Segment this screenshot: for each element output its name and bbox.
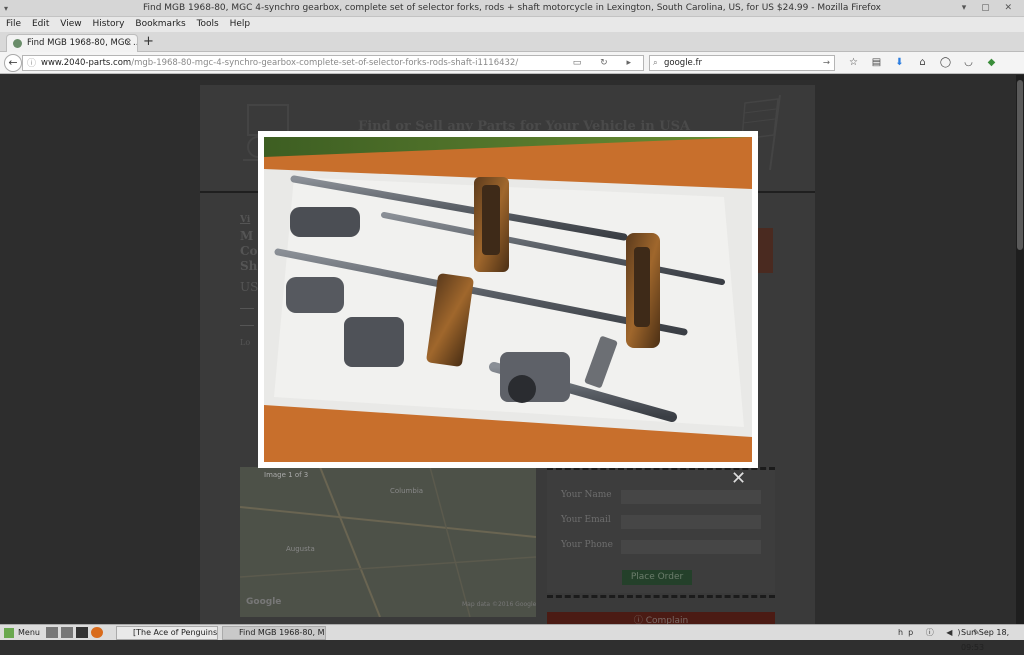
files-icon[interactable] [61, 627, 73, 638]
back-button[interactable]: ← [4, 54, 22, 72]
navigation-bar: ← ⓘ www.2040-parts.com/mgb-1968-80-mgc-4… [0, 52, 1024, 84]
menu-help[interactable]: Help [230, 19, 251, 29]
complain-label: Complain [645, 616, 689, 624]
view-link[interactable]: Vi [240, 215, 258, 225]
map-copyright: Map data ©2016 Google [462, 601, 537, 608]
tab-active[interactable]: Find MGB 1968-80, MGC ... × [6, 34, 138, 52]
info-icon: ⓘ [633, 616, 646, 624]
search-input[interactable]: ⌕ google.fr → [649, 55, 835, 71]
photo-illustration [264, 137, 752, 462]
chat-icon[interactable]: ◯ [934, 55, 957, 71]
lightbox-caption: Image 1 of 3 [264, 471, 309, 479]
listing-title-line: M [240, 229, 254, 243]
download-icon[interactable]: ⬇ [888, 55, 911, 71]
name-field[interactable] [621, 490, 761, 504]
url-path: /mgb-1968-80-mgc-4-synchro-gearbox-compl… [131, 58, 519, 68]
reader-icon[interactable]: ▤ [865, 55, 888, 71]
listing-summary: Vi M Co Sh US Lo [240, 215, 258, 347]
url-bar[interactable]: ⓘ www.2040-parts.com/mgb-1968-80-mgc-4-s… [22, 55, 644, 71]
window-title: Find MGB 1968-80, MGC 4-synchro gearbox,… [142, 3, 882, 13]
map-city-label: Augusta [286, 545, 315, 553]
complain-button[interactable]: ⓘ Complain [547, 612, 775, 624]
window-menu-icon[interactable]: ▾ [4, 0, 8, 17]
star-icon[interactable]: ☆ [842, 55, 865, 71]
gearbox-parts-photo [264, 137, 752, 462]
shield-icon[interactable]: ◆ [980, 55, 1003, 71]
taskbar-window-label: [The Ace of Penguins ... [133, 628, 218, 637]
menu-history[interactable]: History [92, 19, 124, 29]
clock[interactable]: Sun Sep 18, 09:53 [961, 625, 1024, 655]
search-value: google.fr [664, 58, 702, 68]
quick-launch [46, 627, 106, 643]
menubar: File Edit View History Bookmarks Tools H… [0, 17, 1024, 32]
map-city-label: Columbia [390, 487, 424, 495]
taskbar-window-label: Find MGB 1968-80, M... [239, 628, 326, 637]
map-roads [239, 466, 537, 618]
taskbar-window[interactable]: [The Ace of Penguins ... [116, 626, 218, 640]
summary-divider [240, 325, 254, 326]
summary-divider [240, 308, 254, 309]
phone-field[interactable] [621, 540, 761, 554]
pocket-icon[interactable]: ◡ [957, 55, 980, 71]
menu-view[interactable]: View [60, 19, 81, 29]
start-menu-button[interactable]: Menu [4, 625, 40, 640]
search-icon: ⌕ [653, 58, 658, 68]
image-lightbox [258, 131, 758, 468]
listing-title-line: Sh [240, 259, 258, 273]
menu-edit[interactable]: Edit [32, 19, 49, 29]
show-desktop-icon[interactable] [46, 627, 58, 638]
scrollbar-thumb[interactable] [1017, 80, 1023, 250]
location-map[interactable]: Columbia Augusta [239, 466, 537, 618]
toolbar-icons: ☆▤⬇⌂◯◡◆≡ [842, 55, 1022, 84]
seller-box [757, 228, 773, 273]
menu-tools[interactable]: Tools [197, 19, 219, 29]
taskbar: Menu [The Ace of Penguins ... Find MGB 1… [0, 624, 1024, 652]
menu-file[interactable]: File [6, 19, 21, 29]
email-field[interactable] [621, 515, 761, 529]
url-domain: www.2040-parts.com [41, 58, 132, 68]
firefox-icon[interactable] [91, 627, 103, 638]
site-favicon-icon [13, 39, 22, 48]
lightbox-close-icon[interactable]: ✕ [731, 469, 746, 489]
tab-bar: Find MGB 1968-80, MGC ... × + [0, 32, 1024, 52]
terminal-icon[interactable] [76, 627, 88, 638]
name-label: Your Name [561, 490, 612, 500]
start-menu-label: Menu [18, 628, 40, 637]
menu-bookmarks[interactable]: Bookmarks [135, 19, 185, 29]
mint-logo-icon [4, 627, 14, 638]
phone-label: Your Phone [561, 540, 613, 550]
tab-label: Find MGB 1968-80, MGC ... [27, 38, 138, 48]
window-titlebar: ▾ Find MGB 1968-80, MGC 4-synchro gearbo… [0, 0, 1024, 17]
search-go-icon[interactable]: → [823, 56, 830, 70]
home-icon[interactable]: ⌂ [911, 55, 934, 71]
taskbar-window[interactable]: Find MGB 1968-80, M... [222, 626, 326, 640]
place-order-button[interactable]: Place Order [622, 570, 692, 585]
listing-title-line: Co [240, 244, 258, 258]
tab-close-icon[interactable]: × [125, 35, 132, 52]
url-actions-icon[interactable]: ▭ ↻ ▸ [573, 56, 639, 70]
site-info-icon[interactable]: ⓘ [27, 57, 36, 70]
new-tab-button[interactable]: + [143, 34, 154, 50]
listing-price: US [240, 280, 259, 294]
listing-location-label: Lo [240, 338, 251, 347]
form-divider [547, 595, 775, 600]
google-logo: Google [246, 597, 282, 607]
email-label: Your Email [561, 515, 611, 525]
window-controls[interactable]: ▾ ▢ ✕ [962, 0, 1018, 17]
